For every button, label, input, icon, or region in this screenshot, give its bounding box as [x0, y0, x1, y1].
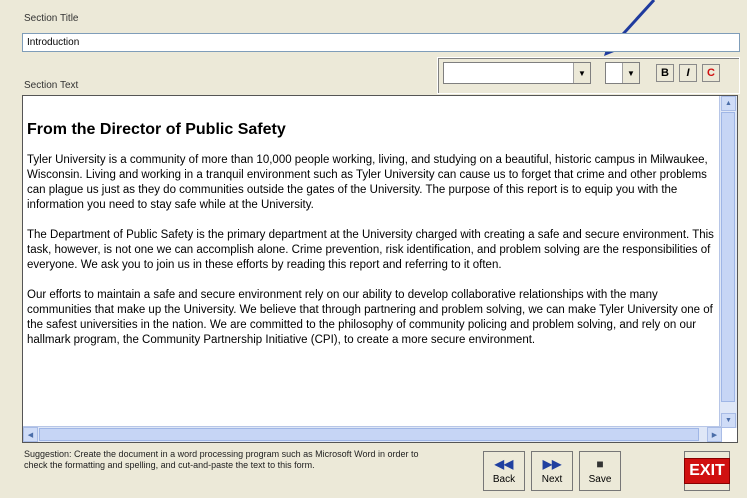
paragraph: Tyler University is a community of more …: [27, 154, 708, 211]
suggestion-text: Suggestion: Create the document in a wor…: [24, 449, 419, 470]
exit-button[interactable]: EXIT: [684, 451, 730, 491]
font-size-dropdown[interactable]: ▼: [605, 62, 640, 84]
chevron-down-icon: ▼: [573, 63, 590, 83]
floppy-disk-icon: ■: [596, 456, 604, 471]
editor-content: From the Director of Public Safety Tyler…: [27, 122, 722, 363]
scroll-up-icon[interactable]: ▲: [721, 96, 736, 111]
save-button[interactable]: ■ Save: [579, 451, 621, 491]
paragraph: Our efforts to maintain a safe and secur…: [27, 289, 713, 346]
section-text-editor[interactable]: From the Director of Public Safety Tyler…: [22, 95, 738, 443]
color-button[interactable]: C: [702, 64, 720, 82]
scroll-left-icon[interactable]: ◀: [23, 427, 38, 442]
section-title-input[interactable]: Introduction: [22, 33, 740, 52]
section-text-label: Section Text: [24, 80, 79, 91]
horizontal-scrollbar[interactable]: ◀ ▶: [23, 426, 722, 442]
bold-button[interactable]: B: [656, 64, 674, 82]
fast-forward-icon: ▶▶: [542, 456, 562, 471]
section-title-label: Section Title: [24, 13, 79, 24]
scroll-down-icon[interactable]: ▼: [721, 413, 736, 428]
rewind-icon: ◀◀: [494, 456, 514, 471]
scroll-right-icon[interactable]: ▶: [707, 427, 722, 442]
document-heading: From the Director of Public Safety: [27, 121, 286, 138]
scroll-thumb[interactable]: [721, 112, 735, 402]
scroll-thumb[interactable]: [39, 428, 699, 441]
italic-button[interactable]: I: [679, 64, 697, 82]
vertical-scrollbar[interactable]: ▲ ▼: [719, 96, 737, 428]
chevron-down-icon: ▼: [622, 63, 639, 83]
annotation-arrow: [604, 0, 656, 56]
font-dropdown[interactable]: ▼: [443, 62, 591, 84]
paragraph: The Department of Public Safety is the p…: [27, 229, 714, 271]
next-button[interactable]: ▶▶ Next: [531, 451, 573, 491]
back-button[interactable]: ◀◀ Back: [483, 451, 525, 491]
